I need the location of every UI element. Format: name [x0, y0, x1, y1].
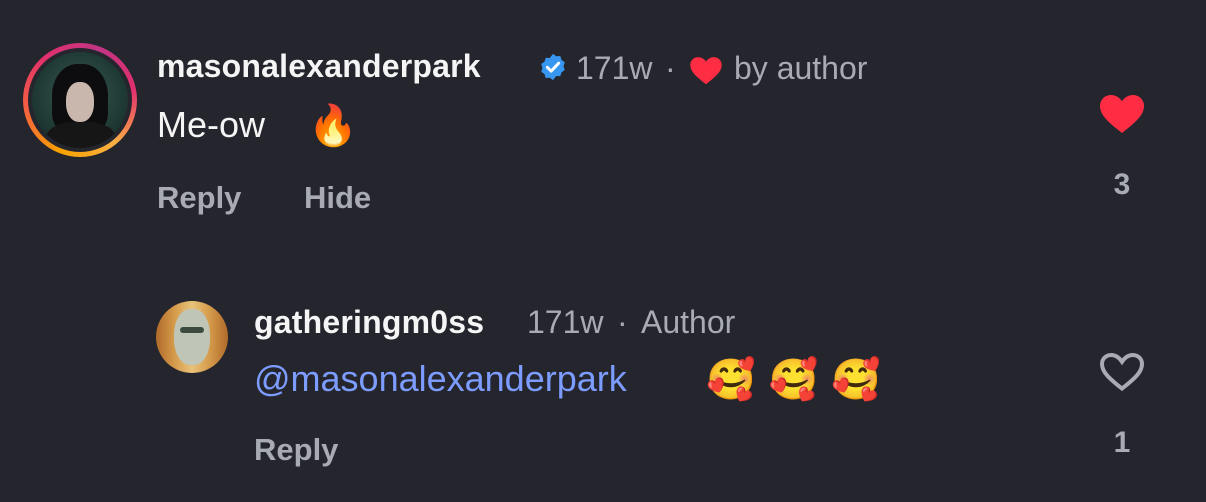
- reply-username[interactable]: gatheringm0ss: [254, 304, 484, 341]
- reply-item: gatheringm0ss 171w · Author @masonalexan…: [0, 0, 1206, 467]
- reply-button[interactable]: Reply: [254, 432, 338, 468]
- mention-link[interactable]: @masonalexanderpark: [254, 358, 627, 400]
- smiling-hearts-emoji: 🥰 🥰 🥰: [706, 357, 881, 403]
- meta-separator: ·: [617, 304, 628, 340]
- author-badge: Author: [641, 304, 736, 340]
- like-count: 1: [1113, 426, 1131, 459]
- like-heart-outline-icon[interactable]: [1098, 350, 1146, 392]
- avatar[interactable]: [156, 301, 228, 373]
- reply-timestamp: 171w: [527, 304, 604, 340]
- avatar[interactable]: [32, 52, 128, 148]
